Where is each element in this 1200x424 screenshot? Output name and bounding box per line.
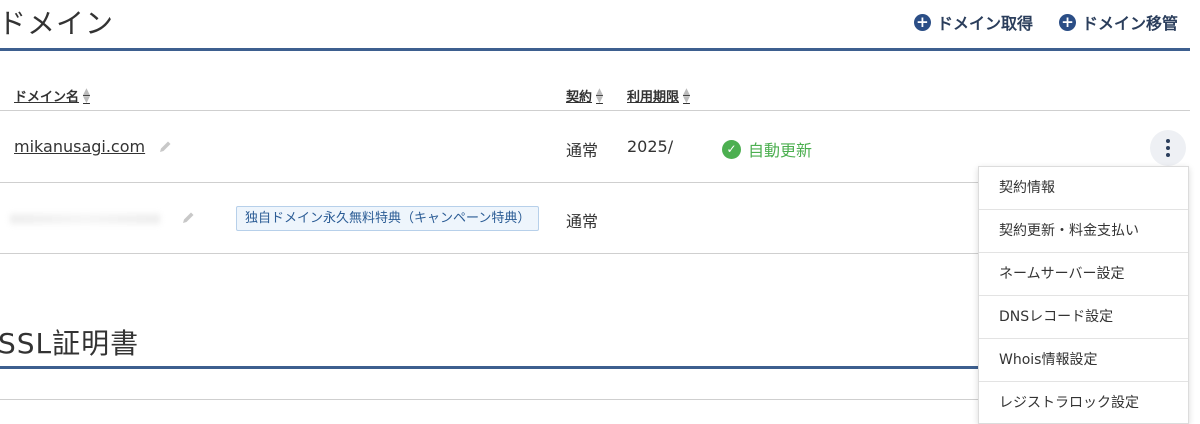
sort-icon: ▲ ▼ [83,86,90,105]
sort-icon: ▲ ▼ [596,86,603,105]
pencil-icon[interactable] [158,140,172,154]
menu-item-nameserver-settings[interactable]: ネームサーバー設定 [979,253,1188,296]
more-options-button[interactable] [1150,130,1186,166]
menu-item-renewal-payment[interactable]: 契約更新・料金支払い [979,210,1188,253]
redacted-domain-name [10,214,160,224]
ssl-table-divider [0,399,978,400]
contract-type: 通常 [566,212,599,231]
ssl-section-divider [0,366,978,369]
menu-item-registrar-lock-settings[interactable]: レジストラロック設定 [979,382,1188,424]
contract-type: 通常 [566,141,599,160]
acquire-domain-label: ドメイン取得 [936,14,1033,33]
column-header-contract[interactable]: 契約 ▲ ▼ [566,86,603,105]
plus-circle-icon: + [1058,13,1076,31]
transfer-domain-button[interactable]: + ドメイン移管 [1058,10,1178,34]
row-divider [0,253,978,254]
column-header-domain-name-label: ドメイン名 [14,90,80,105]
campaign-badge: 独自ドメイン永久無料特典（キャンペーン特典） [236,206,540,231]
table-header-divider [0,110,1190,111]
menu-item-whois-settings[interactable]: Whois情報設定 [979,339,1188,382]
menu-item-contract-info[interactable]: 契約情報 [979,167,1188,210]
acquire-domain-button[interactable]: + ドメイン取得 [913,10,1033,34]
domain-section-divider [0,48,1190,51]
column-header-domain-name[interactable]: ドメイン名 ▲ ▼ [14,86,90,105]
expiry-date: 2025/ [627,137,674,156]
table-row: mikanusagi.com [14,137,145,156]
kebab-icon [1166,139,1170,143]
domain-section-title: ドメイン [0,7,115,40]
menu-item-dns-record-settings[interactable]: DNSレコード設定 [979,296,1188,339]
column-header-contract-label: 契約 [566,90,593,105]
domain-header-actions: + ドメイン取得 + ドメイン移管 [913,10,1178,34]
domain-actions-menu: 契約情報 契約更新・料金支払い ネームサーバー設定 DNSレコード設定 Whoi… [978,166,1189,424]
row-divider [0,182,978,183]
auto-renew-label: 自動更新 [748,141,813,160]
domain-name-link[interactable]: mikanusagi.com [14,137,145,156]
transfer-domain-label: ドメイン移管 [1081,14,1178,33]
auto-renew-status: ✓ 自動更新 [722,137,812,161]
column-header-expiry[interactable]: 利用期限 ▲ ▼ [627,86,690,105]
pencil-icon[interactable] [181,211,195,225]
check-circle-icon: ✓ [722,139,741,159]
ssl-section-title: SSL証明書 [0,327,140,360]
column-header-expiry-label: 利用期限 [627,90,680,105]
plus-circle-icon: + [913,13,931,31]
sort-icon: ▲ ▼ [683,86,690,105]
